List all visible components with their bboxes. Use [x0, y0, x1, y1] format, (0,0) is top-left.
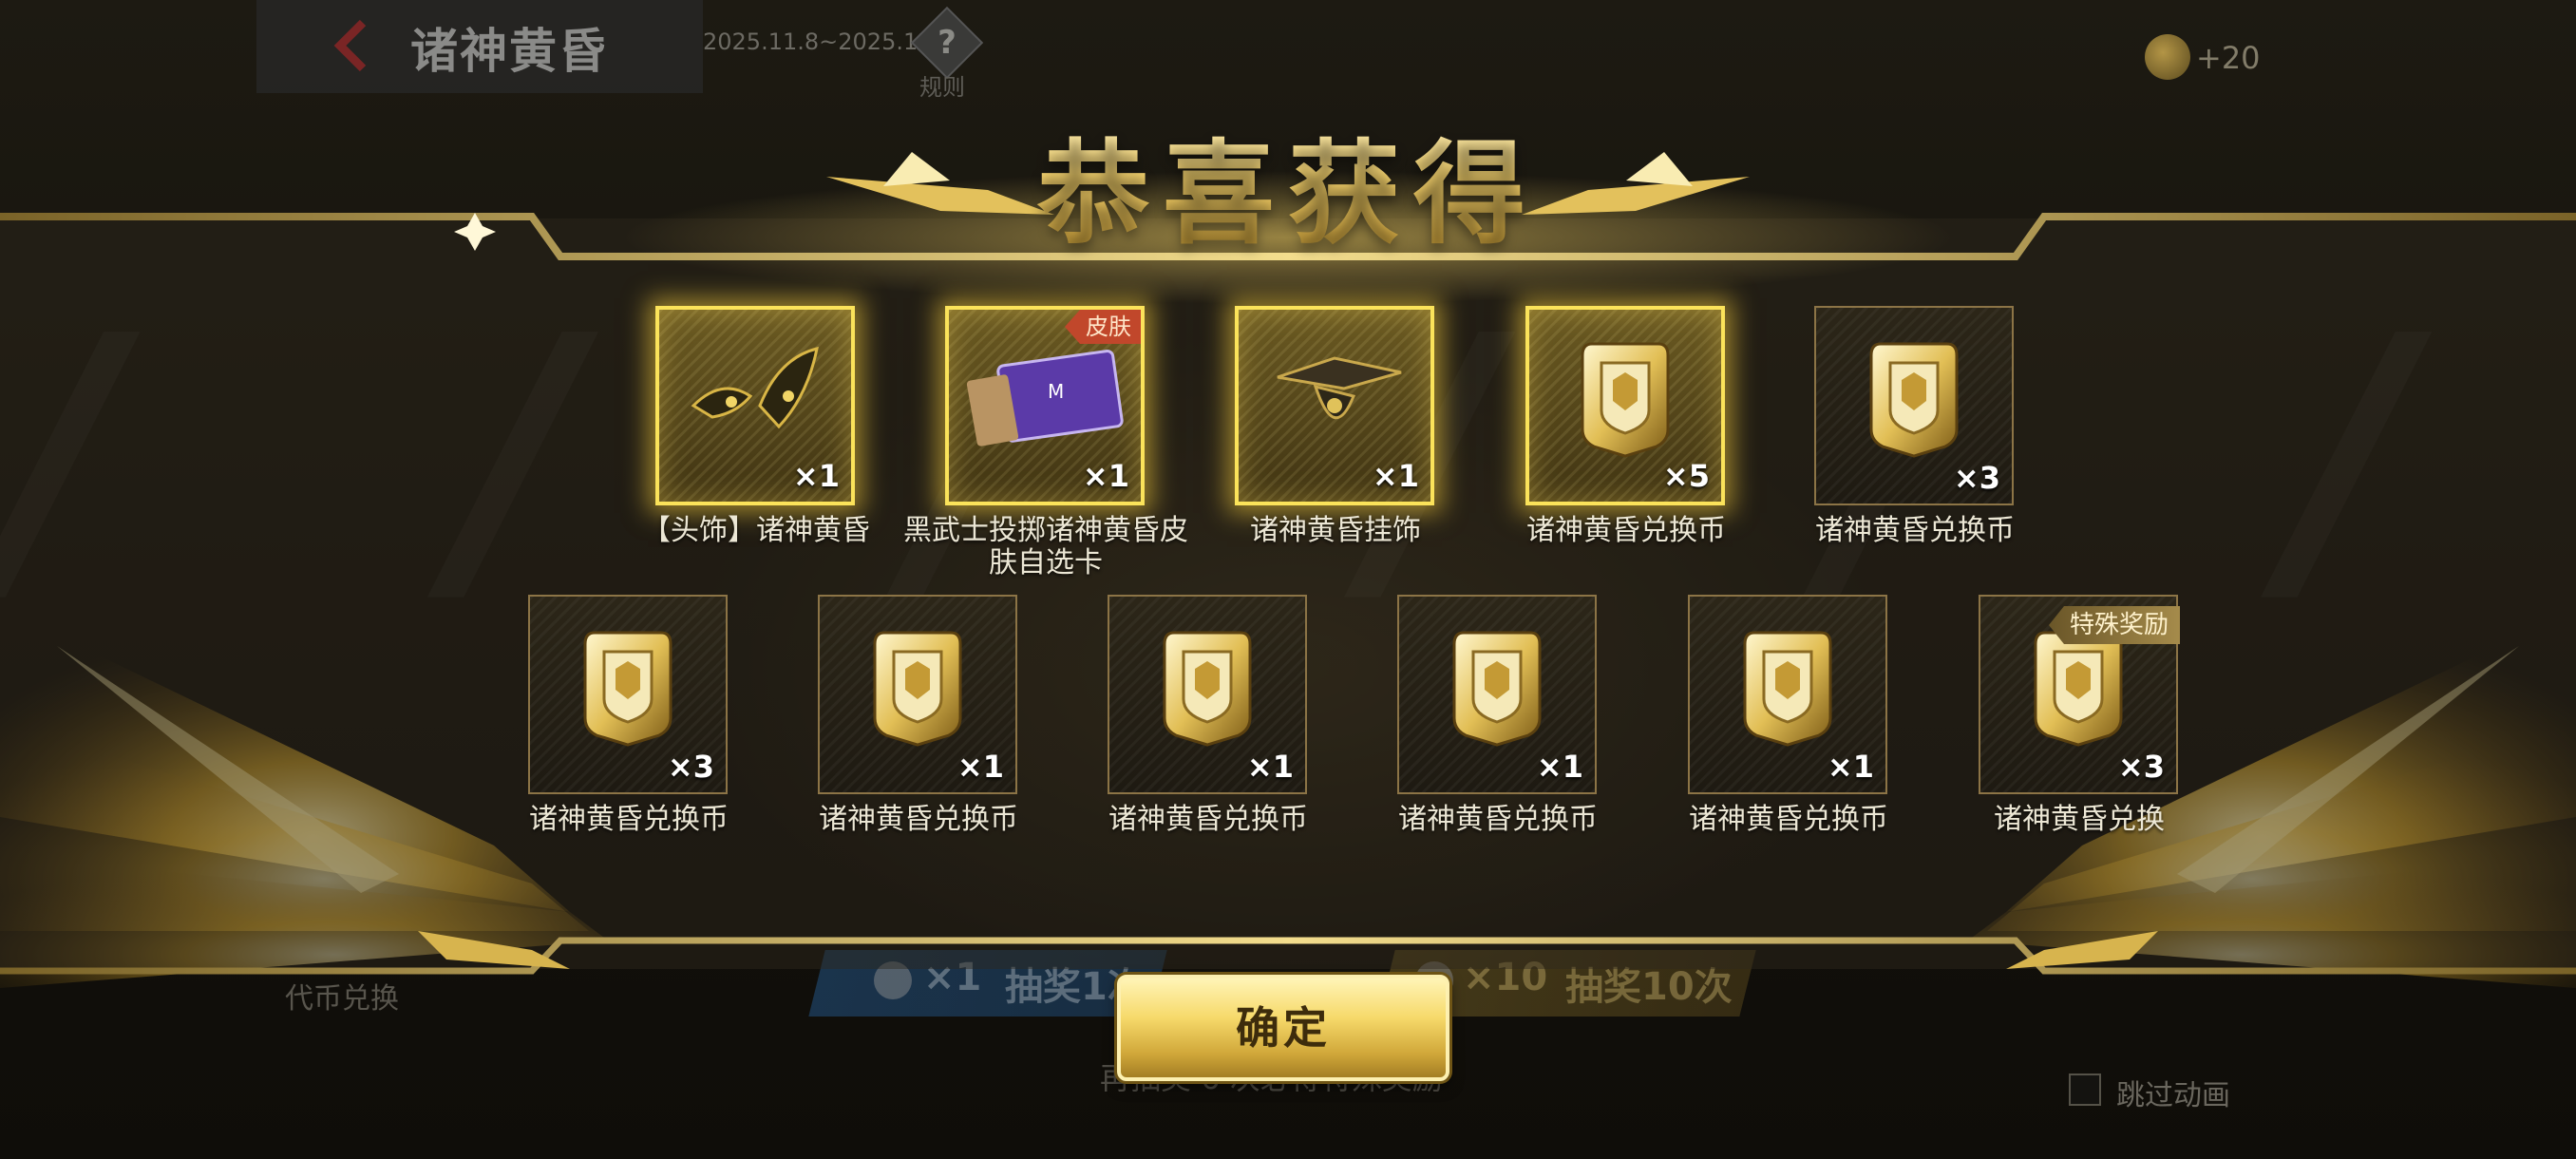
wings-headwear-icon [684, 339, 826, 457]
special-reward-tag: 特殊奖励 [2049, 606, 2181, 644]
reward-card[interactable]: ×1 [1108, 595, 1307, 794]
reward-name: 诸神黄昏挂饰 [1250, 514, 1421, 547]
reward-card[interactable]: ×5 [1525, 306, 1725, 505]
reward-name: 诸神黄昏兑换币 [1108, 803, 1308, 836]
reward-quantity: ×3 [1953, 460, 2000, 496]
reward-quantity: ×5 [1662, 458, 1710, 494]
dragon-charm-icon [1259, 339, 1411, 457]
reward-name: 诸神黄昏兑换币 [1689, 803, 1888, 836]
confirm-button[interactable]: 确定 [1117, 975, 1449, 1081]
reward-quantity: ×1 [1246, 749, 1294, 785]
dialog-title: 恭喜获得 [1003, 103, 1573, 265]
exchange-coin-icon [1862, 334, 1966, 462]
reward-quantity: ×3 [667, 749, 714, 785]
reward-card[interactable]: ×1 [818, 595, 1017, 794]
exchange-coin-icon [1735, 623, 1840, 750]
reward-name: 诸神黄昏兑换币 [1398, 803, 1598, 836]
reward-name: 【头饰】诸神黄昏 [642, 514, 870, 547]
reward-quantity: ×3 [2117, 749, 2165, 785]
reward-card[interactable]: ×3 [1814, 306, 2014, 505]
reward-name: 诸神黄昏兑换币 [819, 803, 1018, 836]
reward-card[interactable]: ×1 [1235, 306, 1434, 505]
reward-name: 诸神黄昏兑换币 [1526, 514, 1726, 547]
reward-quantity: ×1 [1082, 458, 1129, 494]
exchange-coin-icon [576, 623, 680, 750]
reward-name: 诸神黄昏兑换 [1994, 803, 2165, 836]
exchange-coin-icon [1445, 623, 1549, 750]
reward-quantity: ×1 [792, 458, 840, 494]
reward-card[interactable]: ×1 [655, 306, 855, 505]
reward-quantity: ×1 [1536, 749, 1583, 785]
reward-card[interactable]: ×1 [1397, 595, 1597, 794]
reward-quantity: ×1 [957, 749, 1004, 785]
skin-tag: 皮肤 [1065, 310, 1141, 344]
reward-card[interactable]: M 皮肤 ×1 [945, 306, 1145, 505]
skin-select-card-icon: M [964, 339, 1126, 457]
reward-quantity: ×1 [1372, 458, 1419, 494]
confirm-button-label: 确定 [1236, 1002, 1331, 1054]
svg-text:M: M [1048, 380, 1064, 403]
reward-name: 诸神黄昏兑换币 [1815, 514, 2015, 547]
exchange-coin-icon [1155, 623, 1260, 750]
reward-name: 诸神黄昏兑换币 [529, 803, 729, 836]
exchange-coin-icon [1573, 334, 1677, 462]
reward-name: 黑武士投掷诸神黄昏皮肤自选卡 [903, 514, 1188, 580]
reward-quantity: ×1 [1827, 749, 1874, 785]
reward-card[interactable]: ×1 [1688, 595, 1887, 794]
exchange-coin-icon [865, 623, 970, 750]
reward-card[interactable]: ×3 [528, 595, 728, 794]
